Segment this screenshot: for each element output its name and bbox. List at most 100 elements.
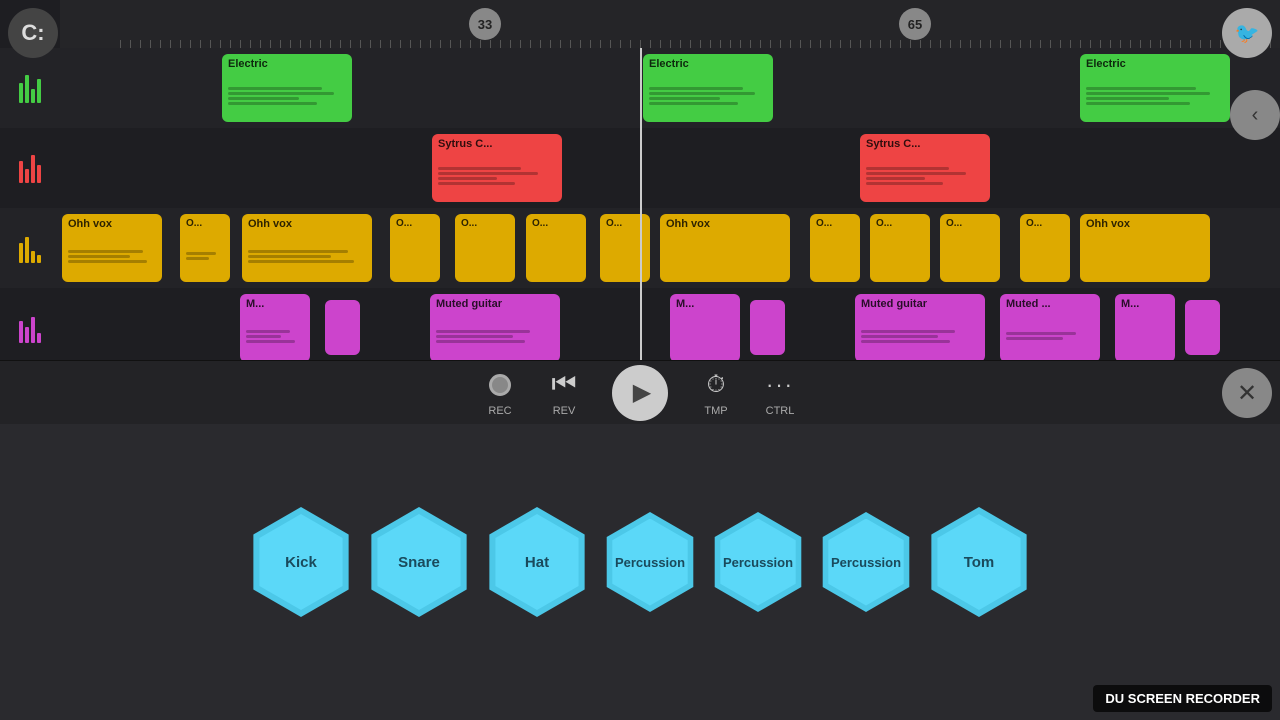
clip-ohh-7[interactable]: O... [600, 214, 650, 282]
tick-mark [1010, 40, 1011, 48]
clip-muted-7[interactable]: Muted ... [1000, 294, 1100, 360]
tick-mark [830, 40, 831, 48]
tick-mark [120, 40, 121, 48]
du-screen-recorder-badge: DU SCREEN RECORDER [1093, 685, 1272, 712]
clip-ohh-9[interactable]: O... [810, 214, 860, 282]
tick-mark [490, 40, 491, 48]
clip-sytrus-1[interactable]: Sytrus C... [432, 134, 562, 202]
pad-hat-wrapper: Hat [482, 507, 592, 617]
tick-mark [1080, 40, 1081, 48]
clip-electric-3[interactable]: Electric [1080, 54, 1230, 122]
clip-ohh-4[interactable]: O... [390, 214, 440, 282]
clip-ohh-5[interactable]: O... [455, 214, 515, 282]
tick-mark [1100, 40, 1101, 48]
tick-mark [230, 40, 231, 48]
pad-percussion-2[interactable]: Percussion [708, 512, 808, 612]
close-button[interactable]: ✕ [1222, 368, 1272, 418]
clip-ohh-1[interactable]: Ohh vox [62, 214, 162, 282]
pad-percussion-1-wrapper: Percussion [600, 512, 700, 612]
pad-percussion-1-inner: Percussion [607, 519, 694, 606]
tick-mark [510, 40, 511, 48]
clip-muted-2[interactable] [325, 300, 360, 355]
clip-ohh-12[interactable]: O... [1020, 214, 1070, 282]
tick-mark [750, 40, 751, 48]
sequencer-area: 33 65 (function(){ const tl = document.g… [0, 0, 1280, 360]
tick-mark [820, 40, 821, 48]
tick-mark [390, 40, 391, 48]
pad-kick[interactable]: Kick [246, 507, 356, 617]
pads-area: Kick Snare Hat [0, 424, 1280, 720]
track-sytrus-icon [0, 128, 60, 208]
tick-mark [130, 40, 131, 48]
tick-mark [550, 40, 551, 48]
rev-icon: ⏮ [548, 369, 580, 401]
rec-button[interactable]: REC [484, 369, 516, 417]
tick-mark [320, 40, 321, 48]
tick-mark [1140, 40, 1141, 48]
tick-mark [270, 40, 271, 48]
clip-ohh-10[interactable]: O... [870, 214, 930, 282]
playhead [640, 48, 642, 360]
pad-hat[interactable]: Hat [482, 507, 592, 617]
tick-mark [1130, 40, 1131, 48]
tick-mark [790, 40, 791, 48]
clip-muted-4[interactable]: M... [670, 294, 740, 360]
clip-ohh-11[interactable]: O... [940, 214, 1000, 282]
tick-mark [950, 40, 951, 48]
tick-mark [670, 40, 671, 48]
tick-mark [430, 40, 431, 48]
tick-mark [420, 40, 421, 48]
clip-ohh-3[interactable]: Ohh vox [242, 214, 372, 282]
clip-ohh-6[interactable]: O... [526, 214, 586, 282]
clip-muted-9[interactable] [1185, 300, 1220, 355]
tick-mark [780, 40, 781, 48]
tick-mark [350, 40, 351, 48]
pad-kick-wrapper: Kick [246, 507, 356, 617]
bird-button[interactable]: 🐦 [1222, 8, 1272, 58]
tick-mark [300, 40, 301, 48]
tick-mark [450, 40, 451, 48]
tick-mark [770, 40, 771, 48]
tick-mark [580, 40, 581, 48]
tick-mark [570, 40, 571, 48]
tick-mark [870, 40, 871, 48]
pad-percussion-3[interactable]: Percussion [816, 512, 916, 612]
pad-percussion-1[interactable]: Percussion [600, 512, 700, 612]
tick-mark [1070, 40, 1071, 48]
pad-snare-wrapper: Snare [364, 507, 474, 617]
play-icon: ▶ [633, 378, 651, 407]
tmp-button[interactable]: ⏱ TMP [700, 369, 732, 417]
tick-mark [990, 40, 991, 48]
tick-mark [1170, 40, 1171, 48]
tick-mark [200, 40, 201, 48]
tick-mark [860, 40, 861, 48]
pad-tom[interactable]: Tom [924, 507, 1034, 617]
tick-mark [910, 40, 911, 48]
collapse-button[interactable]: ‹ [1230, 90, 1280, 140]
clip-muted-1[interactable]: M... [240, 294, 310, 360]
tick-mark [1160, 40, 1161, 48]
pad-snare[interactable]: Snare [364, 507, 474, 617]
tick-mark [480, 40, 481, 48]
clip-ohh-2[interactable]: O... [180, 214, 230, 282]
timeline-marker-65: 65 [899, 8, 931, 40]
tick-mark [970, 40, 971, 48]
rev-button[interactable]: ⏮ REV [548, 369, 580, 417]
clip-muted-3[interactable]: Muted guitar [430, 294, 560, 360]
clip-sytrus-2[interactable]: Sytrus C... [860, 134, 990, 202]
clip-muted-6[interactable]: Muted guitar [855, 294, 985, 360]
ctrl-button[interactable]: ··· CTRL [764, 369, 796, 417]
tick-mark [540, 40, 541, 48]
pad-percussion-3-inner: Percussion [823, 519, 910, 606]
clip-electric-1[interactable]: Electric [222, 54, 352, 122]
tick-mark [680, 40, 681, 48]
clip-electric-2[interactable]: Electric [643, 54, 773, 122]
clip-ohh-13[interactable]: Ohh vox [1080, 214, 1210, 282]
tick-mark [1180, 40, 1181, 48]
clip-muted-8[interactable]: M... [1115, 294, 1175, 360]
track-muted-icon [0, 288, 60, 360]
app-logo[interactable]: C: [8, 8, 58, 58]
clip-ohh-8[interactable]: Ohh vox [660, 214, 790, 282]
clip-muted-5[interactable] [750, 300, 785, 355]
play-button[interactable]: ▶ [612, 365, 668, 421]
